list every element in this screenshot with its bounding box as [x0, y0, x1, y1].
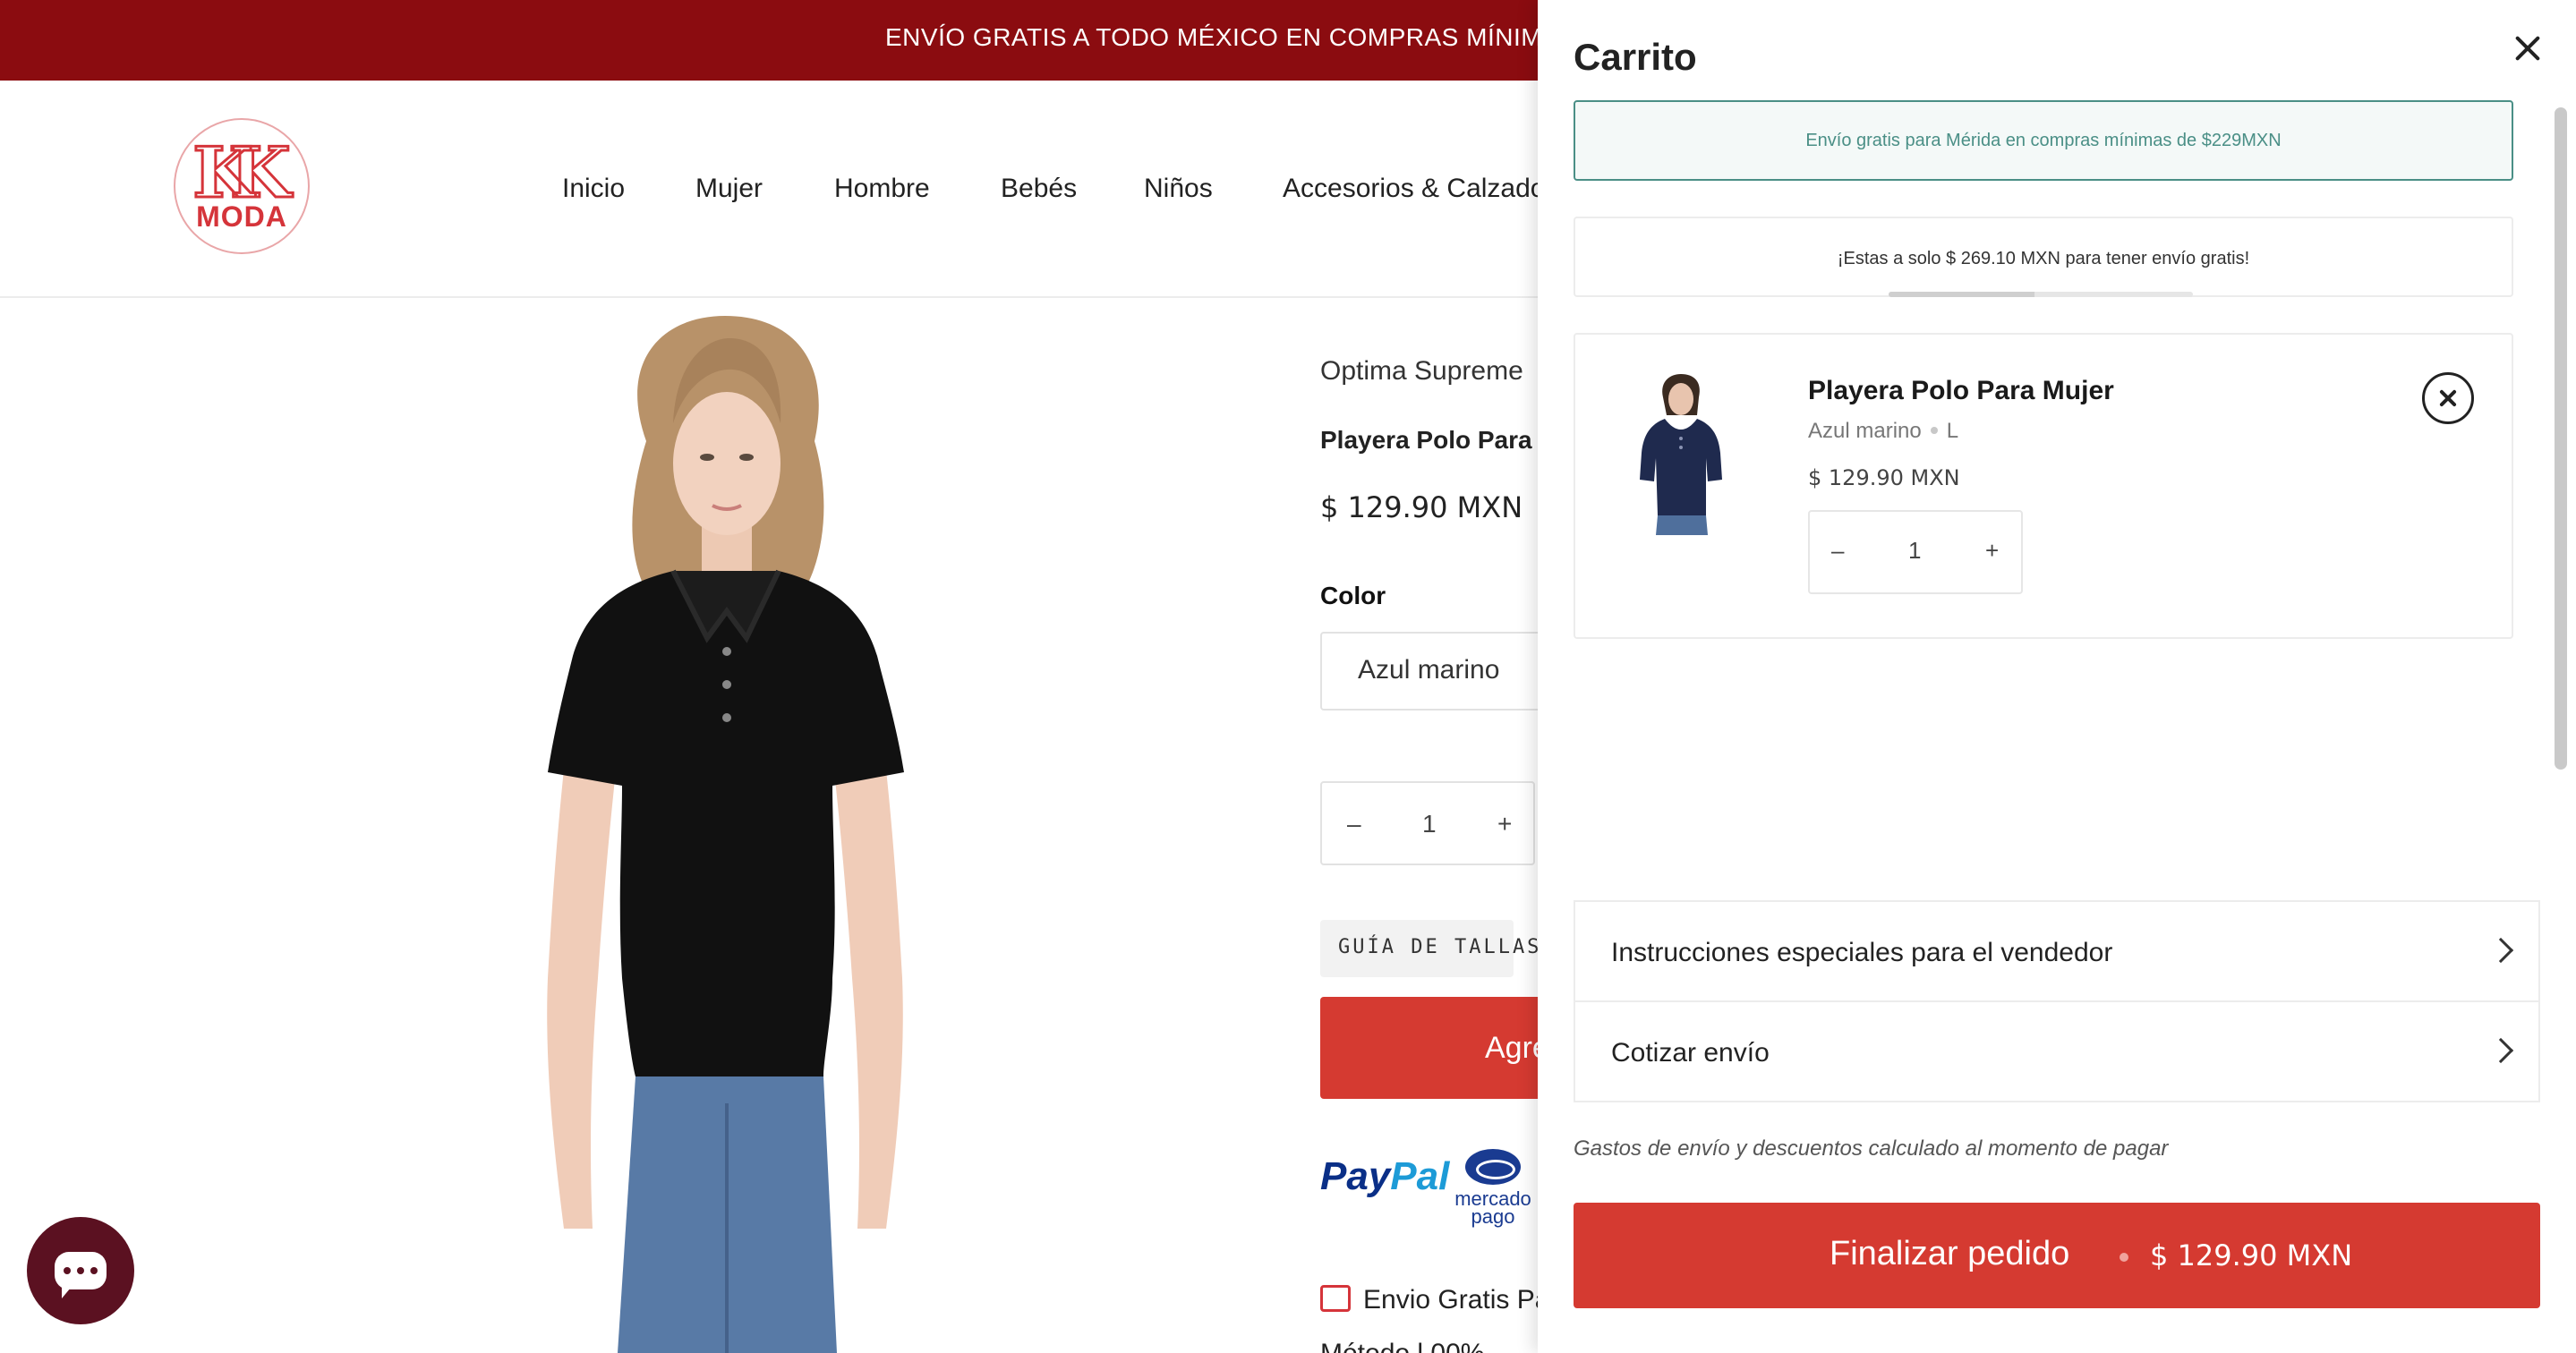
chevron-right-icon: [2487, 1037, 2514, 1064]
cart-item-variant: Azul marino L: [1808, 419, 1959, 443]
plus-icon[interactable]: +: [1497, 810, 1512, 838]
cart-quantity-stepper: – 1 +: [1808, 510, 2023, 594]
seller-instructions-toggle[interactable]: Instrucciones especiales para el vendedo…: [1574, 900, 2540, 1002]
logo-monogram: KK: [192, 132, 292, 214]
minus-icon[interactable]: –: [1831, 537, 1844, 565]
chat-bubble-icon: [55, 1252, 107, 1298]
quantity-stepper: – 1 +: [1320, 781, 1535, 865]
separator-dot: [1930, 427, 1938, 434]
chevron-right-icon: [2487, 937, 2514, 964]
progress-bar-fill: [1889, 292, 2035, 297]
checkout-label: Finalizar pedido: [1830, 1235, 2070, 1272]
nav-item-ninos[interactable]: Niños: [1144, 174, 1213, 204]
store-logo[interactable]: KK MODA: [174, 118, 310, 254]
close-icon[interactable]: [2510, 30, 2546, 66]
shipping-quote-toggle[interactable]: Cotizar envío: [1574, 1000, 2540, 1102]
free-shipping-progress: ¡Estas a solo $ 269.10 MXN para tener en…: [1574, 217, 2513, 297]
checkout-button[interactable]: Finalizar pedido $ 129.90 MXN: [1574, 1203, 2540, 1308]
handshake-icon: [1465, 1149, 1521, 1185]
package-icon: [1320, 1285, 1351, 1312]
product-vendor[interactable]: Optima Supreme: [1320, 356, 1523, 387]
nav-item-accesorios-calzado[interactable]: Accesorios & Calzado: [1283, 174, 1545, 204]
taxes-note: Gastos de envío y descuentos calculado a…: [1574, 1136, 2169, 1161]
cart-item-image[interactable]: [1634, 372, 1727, 535]
secure-payment-line: Método l 00%: [1320, 1339, 1484, 1353]
announcement-text: ENVÍO GRATIS A TODO MÉXICO EN COMPRAS MÍ…: [885, 23, 1620, 51]
product-title: Playera Polo Para M: [1320, 426, 1560, 454]
cart-drawer: Carrito Envío gratis para Mérida en comp…: [1538, 0, 2576, 1353]
chat-button[interactable]: [27, 1217, 134, 1324]
product-price: $ 129.90 MXN: [1320, 490, 1523, 524]
drawer-scrollbar[interactable]: [2555, 107, 2567, 770]
cart-quantity-value[interactable]: 1: [1908, 537, 1921, 565]
seller-instructions-label: Instrucciones especiales para el vendedo…: [1611, 938, 2113, 967]
nav-item-bebes[interactable]: Bebés: [1001, 174, 1077, 204]
paypal-logo: PayPal: [1320, 1154, 1450, 1198]
free-shipping-line: Envio Gratis Pa: [1320, 1285, 1549, 1315]
cart-title: Carrito: [1574, 36, 1697, 78]
shipping-quote-label: Cotizar envío: [1611, 1038, 1770, 1068]
cart-item-name[interactable]: Playera Polo Para Mujer: [1808, 376, 2114, 406]
separator-dot: [2120, 1253, 2128, 1262]
nav-item-inicio[interactable]: Inicio: [562, 174, 625, 204]
remove-item-icon[interactable]: [2422, 372, 2474, 424]
cart-item-price: $ 129.90 MXN: [1808, 465, 1960, 490]
size-guide-button[interactable]: GUÍA DE TALLAS: [1320, 920, 1539, 977]
color-label: Color: [1320, 582, 1386, 609]
nav-item-hombre[interactable]: Hombre: [834, 174, 930, 204]
cart-line-item: Playera Polo Para Mujer Azul marino L $ 1…: [1574, 333, 2513, 639]
progress-bar: [1889, 292, 2193, 297]
progress-text: ¡Estas a solo $ 269.10 MXN para tener en…: [1837, 249, 2250, 268]
quantity-value[interactable]: 1: [1422, 810, 1437, 838]
free-shipping-notice: Envío gratis para Mérida en compras míni…: [1574, 100, 2513, 181]
logo-text: MODA: [196, 200, 287, 233]
plus-icon[interactable]: +: [1985, 537, 1999, 565]
minus-icon[interactable]: –: [1347, 810, 1361, 838]
product-image[interactable]: [439, 298, 1011, 1353]
checkout-total: $ 129.90 MXN: [2150, 1238, 2353, 1272]
nav-item-mujer[interactable]: Mujer: [695, 174, 763, 204]
mercadopago-logo: mercado pago: [1450, 1149, 1536, 1230]
